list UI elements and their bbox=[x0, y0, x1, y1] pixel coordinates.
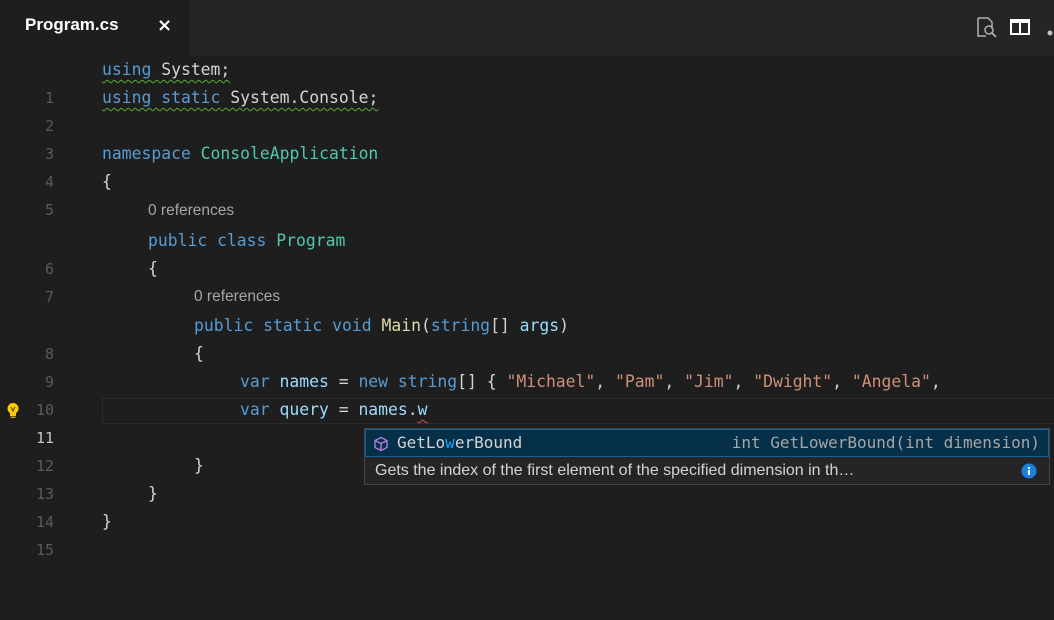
operator-token: = bbox=[328, 372, 359, 391]
keyword-token: string bbox=[430, 316, 491, 335]
info-icon[interactable] bbox=[1021, 463, 1037, 483]
code-line: 15 } bbox=[0, 508, 1054, 559]
namespace-name-token: ConsoleApplication bbox=[190, 144, 379, 163]
keyword-token: new bbox=[358, 372, 389, 391]
suggest-label: GetLowerBound bbox=[397, 430, 522, 456]
operator-token: = bbox=[328, 400, 359, 419]
keyword-token: public class bbox=[148, 231, 267, 250]
brace-token: { bbox=[194, 344, 204, 363]
bracket-token: [] { bbox=[457, 372, 507, 391]
tab-bar: Program.cs × bbox=[0, 0, 1054, 56]
tab-title: Program.cs bbox=[25, 15, 119, 34]
method-name-token: Main bbox=[371, 316, 421, 335]
code-line: 8 public static void Main(string[] args) bbox=[0, 312, 1054, 363]
code-line: 10 var names = new string[] { "Michael",… bbox=[0, 368, 1054, 419]
code-line: 4 namespace ConsoleApplication bbox=[0, 140, 1054, 191]
parameter-token: args bbox=[519, 316, 560, 335]
label-text: erBound bbox=[454, 433, 523, 452]
bracket-token: [] bbox=[490, 316, 520, 335]
string-token: "Michael" bbox=[506, 372, 596, 391]
comma-token: , bbox=[595, 372, 616, 391]
codelens-references[interactable]: 0 references bbox=[148, 198, 234, 224]
code-line-current: 11 var query = names.w bbox=[0, 396, 1054, 447]
string-token: "Dwight" bbox=[753, 372, 833, 391]
label-match-highlight: w bbox=[445, 433, 455, 452]
variable-token: query bbox=[269, 400, 329, 419]
brace-token: } bbox=[102, 512, 112, 531]
line-number: 15 bbox=[35, 541, 54, 559]
class-name-token: Program bbox=[266, 231, 346, 250]
comma-token: , bbox=[832, 372, 852, 391]
suggest-widget[interactable]: GetLowerBound int GetLowerBound(int dime… bbox=[364, 428, 1050, 485]
brace-token: } bbox=[194, 456, 204, 475]
namespace-token: System.Console; bbox=[220, 88, 379, 107]
keyword-token: var bbox=[240, 372, 270, 391]
code-line: 3 bbox=[0, 112, 1054, 163]
string-token: "Pam" bbox=[615, 372, 665, 391]
error-token: w bbox=[417, 400, 428, 419]
paren-token: ) bbox=[559, 316, 570, 335]
suggest-item-getlowerbound[interactable]: GetLowerBound int GetLowerBound(int dime… bbox=[365, 429, 1049, 457]
find-references-icon[interactable] bbox=[975, 16, 997, 42]
variable-token: names bbox=[269, 372, 329, 391]
codelens-references[interactable]: 0 references bbox=[194, 284, 280, 310]
suggest-documentation: Gets the index of the first element of t… bbox=[375, 462, 855, 479]
codelens-row: 0 references bbox=[0, 198, 1054, 224]
label-text: GetLo bbox=[397, 433, 446, 452]
comma-token: , bbox=[930, 372, 951, 391]
keyword-token: string bbox=[388, 372, 458, 391]
code-line: 7 { bbox=[0, 255, 1054, 306]
keyword-token: public static void bbox=[194, 316, 372, 335]
comma-token: , bbox=[664, 372, 685, 391]
keyword-token: var bbox=[240, 400, 270, 419]
keyword-token: namespace bbox=[102, 144, 191, 163]
namespace-token: System; bbox=[151, 60, 231, 79]
code-line: 9 { bbox=[0, 340, 1054, 391]
brace-token: { bbox=[102, 172, 112, 191]
method-cube-icon bbox=[373, 436, 389, 456]
tab-program-cs[interactable]: Program.cs × bbox=[0, 0, 190, 56]
code-line: 6 public class Program bbox=[0, 227, 1054, 278]
codelens-row: 0 references bbox=[0, 284, 1054, 310]
code-line: 5 { bbox=[0, 168, 1054, 219]
suggest-signature: int GetLowerBound(int dimension) bbox=[731, 433, 1040, 452]
string-token: "Jim" bbox=[684, 372, 734, 391]
brace-token: { bbox=[148, 259, 158, 278]
brace-token: } bbox=[148, 484, 158, 503]
paren-token: ( bbox=[420, 316, 431, 335]
dot-token: . bbox=[407, 400, 418, 419]
tab-close-button[interactable]: × bbox=[157, 15, 172, 37]
variable-token: names bbox=[358, 400, 408, 419]
more-actions-icon[interactable] bbox=[1046, 22, 1054, 41]
keyword-token: using bbox=[102, 60, 152, 79]
code-line: 1 using System; bbox=[0, 56, 1054, 107]
split-editor-icon[interactable] bbox=[1009, 16, 1031, 42]
keyword-token: using static bbox=[102, 88, 221, 107]
string-token: "Angela" bbox=[851, 372, 931, 391]
comma-token: , bbox=[733, 372, 754, 391]
code-line: 2 using static System.Console; bbox=[0, 84, 1054, 135]
